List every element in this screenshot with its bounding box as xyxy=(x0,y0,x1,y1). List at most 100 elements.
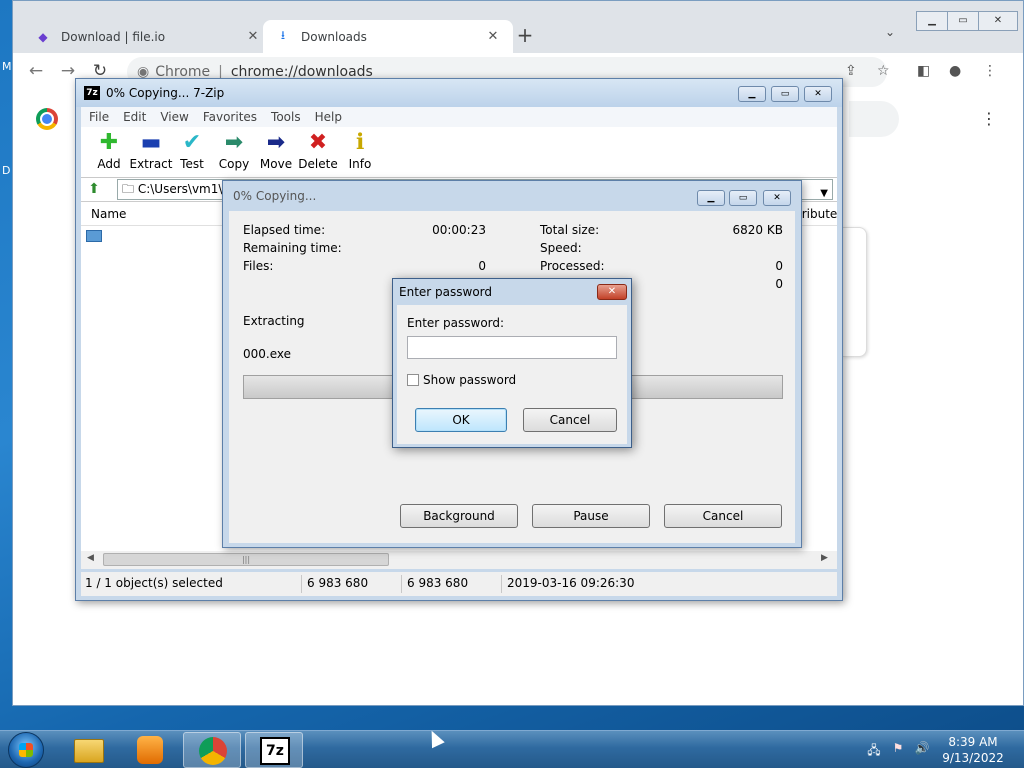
network-icon[interactable]: 🖧 xyxy=(866,741,882,757)
downloads-search-bar[interactable] xyxy=(849,101,899,137)
close-window-button[interactable]: ✕ xyxy=(978,11,1018,31)
cancel-button[interactable]: Cancel xyxy=(523,408,617,432)
remaining-label: Remaining time: xyxy=(243,241,342,255)
new-tab-button[interactable]: + xyxy=(513,23,537,47)
tab-downloads[interactable]: ⭳ Downloads ✕ xyxy=(263,20,513,53)
menu-help[interactable]: Help xyxy=(315,110,342,124)
ok-button[interactable]: OK xyxy=(415,408,507,432)
window-title: 0% Copying... 7-Zip xyxy=(106,86,225,100)
tool-label: Copy xyxy=(218,157,250,171)
action-center-flag-icon[interactable]: ⚑ xyxy=(890,741,906,757)
copy-button[interactable]: ➡ Copy xyxy=(212,129,256,171)
password-label: Enter password: xyxy=(407,316,505,330)
minimize-button[interactable]: ▁ xyxy=(916,11,948,31)
bookmark-star-icon[interactable]: ☆ xyxy=(877,63,890,79)
horizontal-scrollbar[interactable]: ◀ ||| ▶ xyxy=(81,551,837,569)
maximize-button[interactable]: ▭ xyxy=(947,11,979,31)
tab-file-io[interactable]: ◆ Download | file.io ✕ xyxy=(23,20,273,53)
pause-button[interactable]: Pause xyxy=(532,504,650,528)
clock-time: 8:39 AM xyxy=(948,735,998,749)
minimize-button[interactable]: ▁ xyxy=(697,190,725,206)
processed-value: 0 xyxy=(775,259,783,273)
column-attributes[interactable]: tribute xyxy=(797,207,837,221)
side-panel-icon[interactable]: ◧ xyxy=(917,63,930,79)
status-bar: 1 / 1 object(s) selected 6 983 680 6 983… xyxy=(81,572,837,596)
extract-button[interactable]: ▬ Extract xyxy=(129,129,173,171)
close-tab-icon[interactable]: ✕ xyxy=(485,29,501,44)
current-file: 000.exe xyxy=(243,347,292,361)
scroll-right-icon[interactable]: ▶ xyxy=(821,553,828,563)
menu-tools[interactable]: Tools xyxy=(271,110,301,124)
status-selection: 1 / 1 object(s) selected xyxy=(85,576,223,590)
status-packed-size: 6 983 680 xyxy=(407,576,469,590)
taskbar-chrome[interactable] xyxy=(183,732,241,768)
path-text: C:\Users\vm1\D xyxy=(137,182,232,196)
clock-date: 9/13/2022 xyxy=(942,751,1004,765)
dropdown-arrow-icon[interactable]: ▼ xyxy=(820,184,828,199)
taskbar-explorer[interactable] xyxy=(60,732,118,768)
total-size-value: 6820 KB xyxy=(732,223,783,237)
total-size-label: Total size: xyxy=(540,223,600,237)
move-button[interactable]: ➡ Move xyxy=(254,129,298,171)
tab-title: Downloads xyxy=(301,29,367,44)
start-button[interactable] xyxy=(8,732,44,768)
column-name[interactable]: Name xyxy=(91,207,126,221)
info-button[interactable]: ℹ Info xyxy=(338,129,382,171)
action-label: Extracting xyxy=(243,314,305,328)
tool-label: Info xyxy=(348,157,372,171)
media-player-icon xyxy=(137,736,163,764)
dialog-title: Enter password xyxy=(399,285,492,299)
menu-kebab-icon[interactable]: ⋮ xyxy=(983,63,997,79)
explorer-icon xyxy=(74,739,104,763)
file-item-icon[interactable] xyxy=(86,230,102,242)
minimize-button[interactable]: ▁ xyxy=(738,86,766,102)
maximize-button[interactable]: ▭ xyxy=(771,86,799,102)
background-button[interactable]: Background xyxy=(400,504,518,528)
add-button[interactable]: ✚ Add xyxy=(87,129,131,171)
close-button[interactable]: ✕ xyxy=(597,284,627,300)
copy-arrow-icon: ➡ xyxy=(224,130,244,155)
folder-icon: 🗀 xyxy=(122,182,138,196)
close-button[interactable]: ✕ xyxy=(763,190,791,206)
menu-file[interactable]: File xyxy=(89,110,109,124)
7zip-logo-icon: 7z xyxy=(84,86,100,100)
cancel-button[interactable]: Cancel xyxy=(664,504,782,528)
share-icon[interactable]: ⇪ xyxy=(845,63,857,79)
tab-title: Download | file.io xyxy=(61,29,166,44)
folder-up-icon[interactable]: ⬆ xyxy=(85,181,103,199)
tool-label: Add xyxy=(97,157,121,171)
scroll-left-icon[interactable]: ◀ xyxy=(87,553,94,563)
close-button[interactable]: ✕ xyxy=(804,86,832,102)
close-tab-icon[interactable]: ✕ xyxy=(245,29,261,44)
delete-x-icon: ✖ xyxy=(308,130,328,155)
scroll-thumb[interactable]: ||| xyxy=(103,553,389,566)
extract-minus-icon: ▬ xyxy=(140,130,162,155)
taskbar: 7z 🖧 ⚑ 🔊 8:39 AM 9/13/2022 xyxy=(0,730,1024,768)
elapsed-label: Elapsed time: xyxy=(243,223,326,237)
password-input[interactable] xyxy=(407,336,617,359)
downloads-more-icon[interactable]: ⋮ xyxy=(981,109,997,128)
tool-label: Extract xyxy=(129,157,173,171)
menu-favorites[interactable]: Favorites xyxy=(203,110,257,124)
menu-edit[interactable]: Edit xyxy=(123,110,146,124)
tab-search-chevron-icon[interactable]: ⌄ xyxy=(885,25,895,39)
elapsed-value: 00:00:23 xyxy=(432,223,486,237)
profile-avatar-icon[interactable]: ● xyxy=(949,63,961,79)
chrome-icon xyxy=(199,737,227,765)
volume-icon[interactable]: 🔊 xyxy=(914,741,930,757)
delete-button[interactable]: ✖ Delete xyxy=(296,129,340,171)
menu-view[interactable]: View xyxy=(160,110,188,124)
password-body: Enter password: Show password OK Cancel xyxy=(397,305,627,444)
show-password-checkbox[interactable]: Show password xyxy=(407,373,516,387)
taskbar-media-player[interactable] xyxy=(121,732,179,768)
tab-strip: ◆ Download | file.io ✕ ⭳ Downloads ✕ + ⌄… xyxy=(13,1,1023,53)
dialog-title: 0% Copying... xyxy=(233,189,317,203)
desktop-glyph: M xyxy=(2,60,12,73)
download-item-card xyxy=(843,227,867,357)
clock[interactable]: 8:39 AM 9/13/2022 xyxy=(938,734,1008,766)
test-button[interactable]: ✔ Test xyxy=(170,129,214,171)
back-icon[interactable]: ← xyxy=(25,61,47,81)
taskbar-7zip[interactable]: 7z xyxy=(245,732,303,768)
checkbox-box[interactable] xyxy=(407,374,419,386)
maximize-button[interactable]: ▭ xyxy=(729,190,757,206)
